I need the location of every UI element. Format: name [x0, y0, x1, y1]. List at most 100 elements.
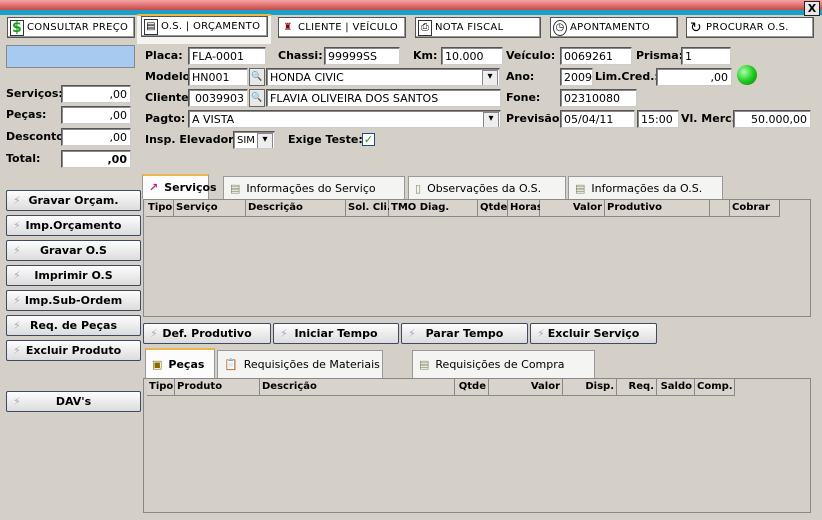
previsao-time-field[interactable]: 15:00 [637, 110, 679, 128]
tab-servicos[interactable]: ↗ Serviços [142, 174, 217, 199]
tab-requisicoes-compra[interactable]: ▤ Requisições de Compra [412, 350, 595, 378]
req-pecas-button[interactable]: ⚡ Req. de Peças [6, 315, 141, 336]
imp-sub-ordem-button[interactable]: ⚡ Imp.Sub-Ordem [6, 290, 141, 311]
veiculo-field[interactable]: 0069261 [560, 47, 632, 65]
tab-informacoes-servico[interactable]: ▤ Informações do Serviço [223, 176, 405, 199]
lightning-icon: ⚡ [280, 327, 288, 340]
lightning-icon: ⚡ [150, 327, 158, 340]
cliente-veiculo-button[interactable]: ♜ CLIENTE | VEÍCULO [278, 17, 406, 38]
services-grid[interactable]: Tipo Serviço Descrição Sol. Cli. TMO Dia… [143, 199, 811, 317]
close-button[interactable]: X [804, 1, 820, 16]
pecas-total-field[interactable]: ,00 [61, 106, 131, 124]
gravar-os-button[interactable]: ⚡ Gravar O.S [6, 240, 141, 261]
lightning-icon: ⚡ [13, 319, 21, 332]
tab-requisicoes-materiais[interactable]: 📋 Requisições de Materiais [217, 350, 383, 378]
nota-fiscal-button[interactable]: ⎙ NOTA FISCAL [415, 17, 541, 38]
col-horas[interactable]: Horas [508, 200, 543, 217]
km-label: Km: [413, 49, 438, 62]
box-icon: ▣ [152, 357, 163, 371]
col-comp[interactable]: Comp. [695, 379, 735, 396]
label: Imprimir O.S [34, 269, 113, 282]
col-produtivo[interactable]: Produtivo [605, 200, 710, 217]
modelo-select[interactable]: HONDA CIVIC [266, 68, 500, 86]
servicos-total-field[interactable]: ,00 [61, 85, 131, 103]
os-orcamento-tab[interactable]: ▤ O.S. | ORÇAMENTO [141, 16, 268, 37]
col-sol-cli[interactable]: Sol. Cli. [346, 200, 391, 217]
cliente-name-field[interactable]: FLAVIA OLIVEIRA DOS SANTOS [266, 89, 501, 107]
exige-teste-checkbox[interactable]: ✓ [362, 133, 375, 146]
search-modelo-button[interactable]: 🔍 [249, 68, 265, 86]
imp-orcamento-button[interactable]: ⚡ Imp.Orçamento [6, 215, 141, 236]
total-field[interactable]: ,00 [61, 150, 131, 168]
def-produtivo-button[interactable]: ⚡ Def. Produtivo [143, 323, 271, 344]
search-cliente-button[interactable]: 🔍 [249, 89, 265, 107]
consultar-preco-button[interactable]: $ CONSULTAR PREÇO [7, 17, 135, 38]
desconto-field[interactable]: ,00 [61, 128, 131, 146]
lightning-icon: ⚡ [537, 327, 545, 340]
excluir-servico-button[interactable]: ⚡ Excluir Serviço [530, 323, 657, 344]
iniciar-tempo-button[interactable]: ⚡ Iniciar Tempo [273, 323, 399, 344]
excluir-produto-button[interactable]: ⚡ Excluir Produto [6, 340, 141, 361]
col-valor[interactable]: Valor [489, 379, 563, 396]
col-produto[interactable]: Produto [175, 379, 260, 396]
insp-elevador-select[interactable]: SIM [233, 131, 275, 149]
ano-field[interactable]: 2009 [560, 68, 593, 86]
col-valor[interactable]: Valor [540, 200, 605, 217]
col-cobrar[interactable]: Cobrar [730, 200, 780, 217]
label: NOTA FISCAL [435, 22, 504, 33]
davs-button[interactable]: ⚡ DAV's [6, 391, 141, 412]
chassi-field[interactable]: 99999SS [324, 47, 400, 65]
col-qtde[interactable]: Qtde [455, 379, 489, 396]
tab-observacoes[interactable]: ▯ Observações da O.S. [408, 176, 566, 199]
previsao-date-field[interactable]: 05/04/11 [560, 110, 635, 128]
col-servico[interactable]: Serviço [174, 200, 246, 217]
document-icon: ▤ [144, 18, 158, 35]
parar-tempo-button[interactable]: ⚡ Parar Tempo [401, 323, 528, 344]
col-disp[interactable]: Disp. [563, 379, 617, 396]
placa-label: Placa: [145, 49, 183, 62]
limcred-field[interactable]: ,00 [656, 68, 732, 86]
document-icon: ▤ [575, 181, 586, 195]
label: Def. Produtivo [162, 327, 252, 340]
col-qtde[interactable]: Qtde [478, 200, 508, 217]
clipboard-icon: 📋 [224, 358, 238, 371]
placa-field[interactable]: FLA-0001 [188, 47, 266, 65]
parts-grid[interactable]: Tipo Produto Descrição Qtde Valor Disp. … [143, 378, 811, 513]
km-field[interactable]: 10.000 [441, 47, 503, 65]
document-icon: ▤ [230, 181, 241, 195]
label: Imp.Sub-Ordem [24, 294, 123, 307]
printer-icon: ⎙ [418, 19, 432, 36]
label: PROCURAR O.S. [706, 22, 789, 33]
procurar-os-button[interactable]: ↻ PROCURAR O.S. [686, 17, 814, 38]
col-tmo-diag[interactable]: TMO Diag. [389, 200, 478, 217]
modelo-code-field[interactable]: HN001 [188, 68, 248, 86]
exige-teste-label: Exige Teste: [288, 133, 363, 146]
ano-label: Ano: [506, 70, 535, 83]
col-tipo[interactable]: Tipo [147, 379, 175, 396]
lightning-icon: ⚡ [13, 395, 21, 408]
title-stripe-blue [0, 10, 822, 15]
add-document-icon: ▤ [419, 358, 430, 371]
cliente-code-field[interactable]: 0039903 [188, 89, 248, 107]
gravar-orcamento-button[interactable]: ⚡ Gravar Orçam. [6, 190, 141, 211]
col-req[interactable]: Req. [617, 379, 657, 396]
desconto-label: Desconto: [6, 130, 69, 143]
imprimir-os-button[interactable]: ⚡ Imprimir O.S [6, 265, 141, 286]
col-saldo[interactable]: Saldo [657, 379, 695, 396]
pagto-select[interactable]: A VISTA [188, 110, 501, 128]
apontamento-button[interactable]: ◷ APONTAMENTO [550, 17, 678, 38]
services-grid-body [145, 218, 809, 315]
col-tipo[interactable]: Tipo [146, 200, 174, 217]
tab-pecas[interactable]: ▣ Peças [145, 348, 215, 378]
info-panel [6, 45, 135, 68]
label: O.S. | ORÇAMENTO [161, 21, 261, 32]
col-blank[interactable] [710, 200, 730, 217]
vlmerc-field[interactable]: 50.000,00 [733, 110, 811, 128]
tab-informacoes-os[interactable]: ▤ Informações da O.S. [568, 176, 723, 199]
lightning-icon: ⚡ [13, 294, 21, 307]
prisma-field[interactable]: 1 [681, 47, 731, 65]
col-descricao[interactable]: Descrição [246, 200, 346, 217]
fone-field[interactable]: 02310080 [560, 89, 637, 107]
col-descricao[interactable]: Descrição [260, 379, 455, 396]
label: Gravar Orçam. [28, 194, 119, 207]
